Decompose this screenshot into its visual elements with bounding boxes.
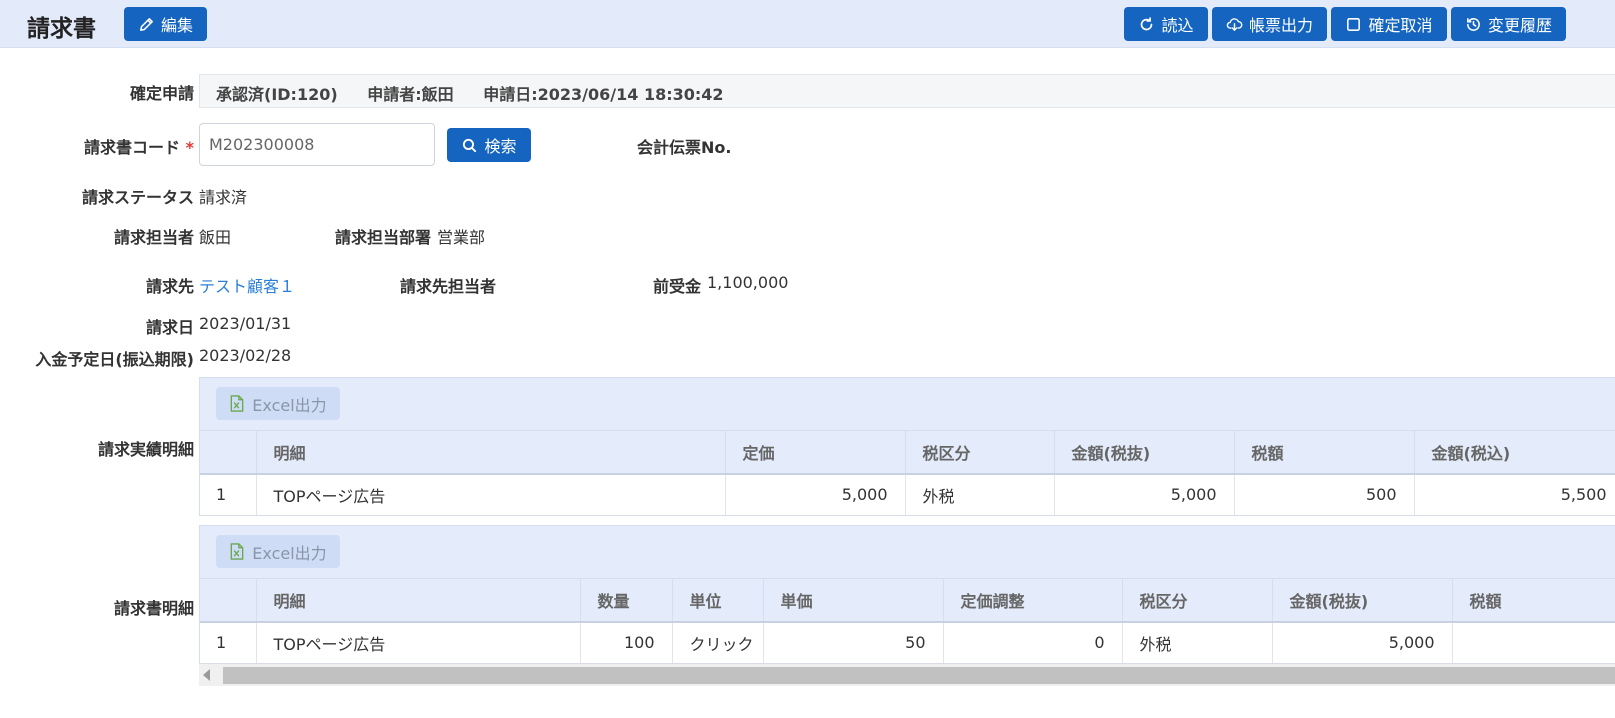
table-row[interactable]: 1 TOPページ広告 5,000 外税 5,000 500 5,500 bbox=[200, 473, 1615, 516]
column-header[interactable]: 金額(税抜) bbox=[1054, 430, 1235, 475]
advance-label: 前受金 bbox=[653, 277, 702, 296]
invoice-date-label: 請求日 bbox=[145, 318, 194, 337]
load-button-label: 読込 bbox=[1161, 16, 1194, 35]
table-cell: TOPページ広告 bbox=[256, 621, 581, 664]
advance-value: 1,100,000 bbox=[707, 273, 789, 292]
column-header[interactable]: 定価調整 bbox=[943, 578, 1123, 623]
status-value: 請求済 bbox=[199, 188, 248, 207]
results-section: Excel出力 明細 定価 税区分 金額(税抜) 税額 金額(税込) 1 TOPページ広告 5… bbox=[199, 377, 1615, 516]
search-icon bbox=[463, 138, 477, 152]
column-header[interactable]: 税額 bbox=[1452, 578, 1615, 623]
table-cell: 5,000 bbox=[725, 473, 906, 516]
status-label: 請求ステータス bbox=[81, 188, 194, 207]
table-cell: クリック bbox=[672, 621, 764, 664]
table-cell: 1 bbox=[200, 621, 257, 664]
person-label: 請求担当者 bbox=[113, 228, 194, 247]
required-mark: * bbox=[185, 138, 194, 157]
table-cell: 5,000 bbox=[1054, 473, 1235, 516]
search-button[interactable]: 検索 bbox=[447, 128, 531, 162]
form-output-button[interactable]: 帳票出力 bbox=[1212, 7, 1327, 41]
applicant: 申請者:飯田 bbox=[367, 85, 454, 104]
invoice-code-input[interactable] bbox=[199, 123, 435, 166]
table-cell: 外税 bbox=[905, 473, 1055, 516]
cloud-download-icon bbox=[1226, 17, 1243, 31]
confirm-status: 承認済(ID:120) bbox=[216, 85, 338, 104]
column-header[interactable]: 明細 bbox=[256, 430, 726, 475]
table-cell: 50 bbox=[763, 621, 944, 664]
excel-icon bbox=[230, 543, 244, 560]
confirm-cancel-button-label: 確定取消 bbox=[1368, 16, 1433, 35]
refresh-icon bbox=[1141, 16, 1153, 30]
table-cell: 1 bbox=[200, 473, 257, 516]
table-cell: 5,000 bbox=[1272, 621, 1453, 664]
table-row[interactable]: 1 TOPページ広告 100 クリック 50 0 外税 5,000 bbox=[200, 621, 1615, 664]
details-section: Excel出力 明細 数量 単位 単価 定価調整 税区分 金額(税抜) 税額 1 TOPページ広… bbox=[199, 525, 1615, 664]
table-cell: 100 bbox=[580, 621, 673, 664]
details-excel-button[interactable]: Excel出力 bbox=[216, 535, 340, 568]
details-excel-label: Excel出力 bbox=[252, 543, 327, 563]
invoice-date-value: 2023/01/31 bbox=[199, 314, 292, 333]
due-date-label: 入金予定日(振込期限) bbox=[35, 350, 194, 369]
edit-button[interactable]: 編集 bbox=[124, 7, 207, 41]
apply-date: 申請日:2023/06/14 18:30:42 bbox=[483, 85, 724, 104]
table-cell bbox=[1452, 621, 1615, 664]
column-header[interactable]: 定価 bbox=[725, 430, 906, 475]
column-header[interactable]: 単価 bbox=[763, 578, 944, 623]
history-button-label: 変更履歴 bbox=[1487, 16, 1552, 35]
header-row: 明細 数量 単位 単価 定価調整 税区分 金額(税抜) 税額 bbox=[200, 578, 1615, 623]
column-header[interactable]: 金額(税込) bbox=[1414, 430, 1615, 475]
column-header[interactable] bbox=[200, 578, 257, 623]
search-button-label: 検索 bbox=[484, 137, 517, 156]
table-cell: 0 bbox=[943, 621, 1123, 664]
column-header[interactable]: 税区分 bbox=[1122, 578, 1273, 623]
horizontal-scrollbar[interactable] bbox=[199, 664, 1615, 686]
edit-button-label: 編集 bbox=[160, 16, 193, 35]
table-cell: 5,500 bbox=[1414, 473, 1615, 516]
history-icon bbox=[1467, 17, 1480, 31]
column-header[interactable]: 金額(税抜) bbox=[1272, 578, 1453, 623]
client-person-label: 請求先担当者 bbox=[400, 277, 497, 296]
details-table: 明細 数量 単位 単価 定価調整 税区分 金額(税抜) 税額 1 TOPページ広告 100 クリック… bbox=[200, 578, 1615, 664]
invoice-code-label: 請求書コード * bbox=[84, 138, 194, 157]
confirm-request-box: 承認済(ID:120) 申請者:飯田 申請日:2023/06/14 18:30:… bbox=[199, 74, 1615, 108]
voucher-no-label: 会計伝票No. bbox=[637, 138, 732, 157]
table-cell: TOPページ広告 bbox=[256, 473, 726, 516]
person-value: 飯田 bbox=[199, 228, 232, 247]
top-bar: 請求書 編集 読込 帳票出力 確定取消 変更履歴 bbox=[0, 0, 1615, 48]
results-table: 明細 定価 税区分 金額(税抜) 税額 金額(税込) 1 TOPページ広告 5,000 外税 5,… bbox=[200, 430, 1615, 516]
results-excel-label: Excel出力 bbox=[252, 395, 327, 415]
form-output-button-label: 帳票出力 bbox=[1248, 16, 1313, 35]
scroll-thumb[interactable] bbox=[223, 667, 1615, 684]
confirm-cancel-button[interactable]: 確定取消 bbox=[1331, 7, 1447, 41]
dept-value: 営業部 bbox=[437, 228, 486, 247]
dept-label: 請求担当部署 bbox=[335, 228, 432, 247]
due-date-value: 2023/02/28 bbox=[199, 346, 292, 365]
page-title: 請求書 bbox=[27, 16, 96, 42]
column-header[interactable]: 単位 bbox=[672, 578, 764, 623]
details-section-label: 請求書明細 bbox=[113, 599, 194, 618]
client-label: 請求先 bbox=[145, 277, 194, 296]
column-header[interactable]: 税区分 bbox=[905, 430, 1055, 475]
column-header[interactable]: 数量 bbox=[580, 578, 673, 623]
excel-icon bbox=[230, 395, 244, 412]
confirm-request-label: 確定申請 bbox=[129, 84, 194, 103]
table-cell: 外税 bbox=[1122, 621, 1273, 664]
table-cell: 500 bbox=[1234, 473, 1415, 516]
results-section-label: 請求実績明細 bbox=[97, 440, 194, 459]
header-row: 明細 定価 税区分 金額(税抜) 税額 金額(税込) bbox=[200, 430, 1615, 475]
client-link[interactable]: テスト顧客１ bbox=[199, 273, 295, 297]
column-header[interactable]: 税額 bbox=[1234, 430, 1415, 475]
scroll-left-arrow-icon[interactable] bbox=[203, 669, 210, 681]
pencil-icon bbox=[140, 17, 153, 31]
results-excel-button[interactable]: Excel出力 bbox=[216, 387, 340, 420]
column-header[interactable] bbox=[200, 430, 257, 475]
column-header[interactable]: 明細 bbox=[256, 578, 581, 623]
load-button[interactable]: 読込 bbox=[1124, 7, 1208, 41]
checkbox-icon bbox=[1347, 17, 1361, 31]
history-button[interactable]: 変更履歴 bbox=[1451, 7, 1566, 41]
